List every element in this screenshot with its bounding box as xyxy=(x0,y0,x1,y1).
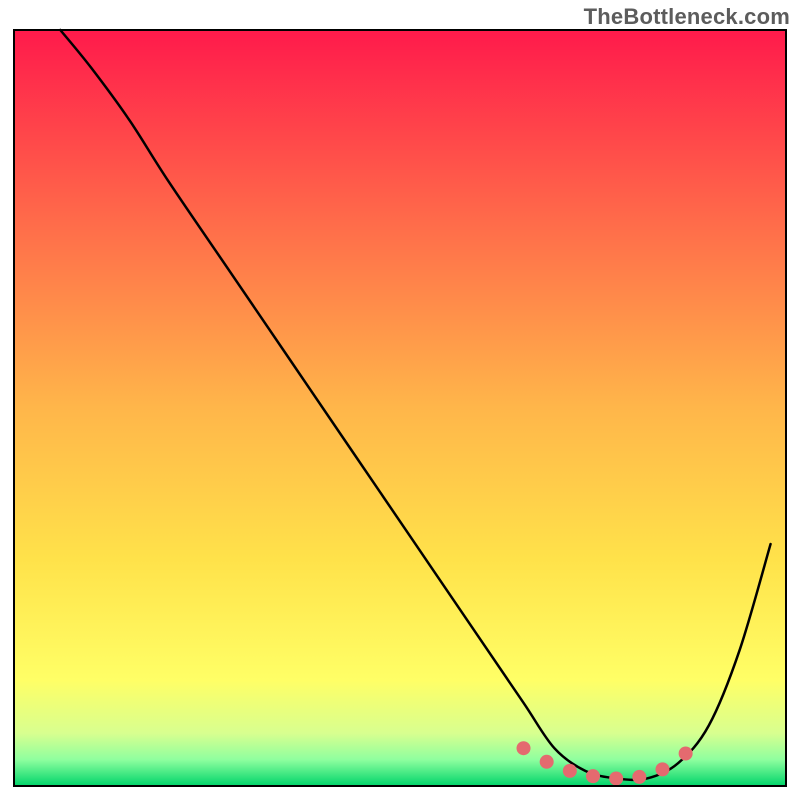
bottleneck-marker xyxy=(679,746,693,760)
plot-area xyxy=(14,30,786,786)
bottleneck-marker xyxy=(563,764,577,778)
bottleneck-marker xyxy=(517,741,531,755)
bottleneck-marker xyxy=(655,762,669,776)
bottleneck-marker xyxy=(540,755,554,769)
bottleneck-chart xyxy=(0,0,800,800)
bottleneck-marker xyxy=(609,771,623,785)
watermark-text: TheBottleneck.com xyxy=(584,4,790,30)
plot-background xyxy=(14,30,786,786)
chart-stage: TheBottleneck.com xyxy=(0,0,800,800)
bottleneck-marker xyxy=(632,770,646,784)
bottleneck-marker xyxy=(586,769,600,783)
